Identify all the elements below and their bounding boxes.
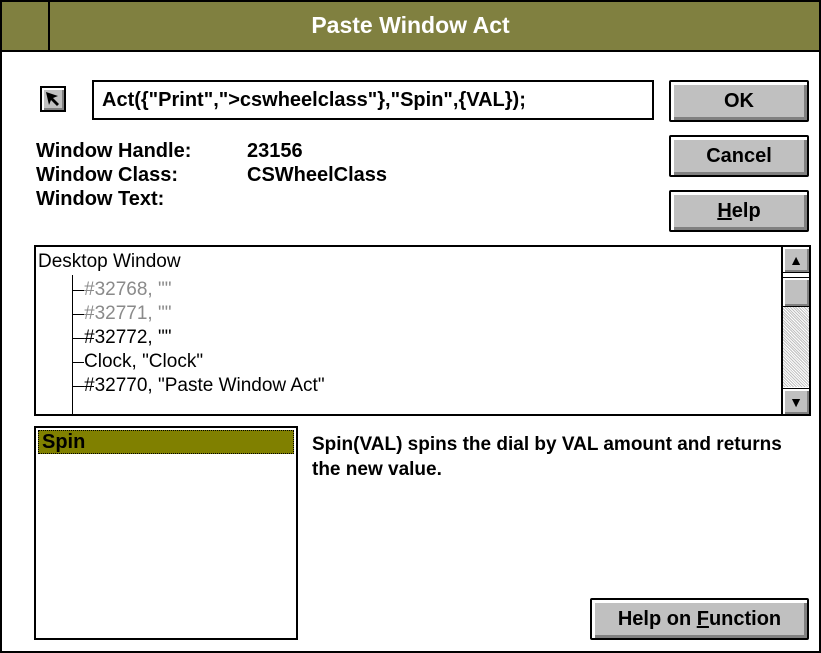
arrow-pointer-icon [46, 92, 59, 106]
tree-branch [72, 290, 84, 291]
tree-scrollbar[interactable]: ▲ ▼ [781, 247, 809, 414]
window-text-label: Window Text: [36, 188, 165, 210]
help-on-function-button[interactable]: Help on Function [590, 598, 809, 640]
scroll-track[interactable] [783, 307, 809, 387]
help-button[interactable]: Help [669, 190, 809, 232]
tree-item[interactable]: #32768, "" [84, 278, 171, 302]
function-list-item[interactable]: Spin [38, 430, 294, 454]
function-list[interactable]: Spin [34, 426, 298, 640]
scroll-down-arrow-icon[interactable]: ▼ [783, 388, 809, 414]
scroll-thumb[interactable] [783, 277, 809, 307]
tree-connector-line [72, 275, 73, 414]
window-handle-value: 23156 [247, 140, 303, 162]
tree-item[interactable]: #32770, "Paste Window Act" [84, 374, 325, 398]
paste-window-act-dialog: Paste Window Act Act({"Print",">cswheelc… [0, 0, 821, 653]
window-handle-label: Window Handle: [36, 140, 192, 162]
help-on-function-rest: unction [708, 608, 782, 630]
tree-branch [72, 362, 84, 363]
window-picker-button[interactable] [40, 86, 66, 112]
window-class-label: Window Class: [36, 164, 179, 186]
tree-item[interactable]: Clock, "Clock" [84, 350, 203, 374]
window-class-value: CSWheelClass [247, 164, 388, 186]
cancel-button[interactable]: Cancel [669, 135, 809, 177]
window-title: Paste Window Act [311, 12, 510, 38]
help-on-function-prefix: Help on [617, 608, 697, 630]
help-mnemonic: H [717, 200, 732, 222]
function-description: Spin(VAL) spins the dial by VAL amount a… [312, 434, 782, 480]
tree-item[interactable]: #32771, "" [84, 302, 171, 326]
window-tree-list[interactable]: Desktop Window #32768, "" #32771, "" #32… [34, 245, 811, 416]
title-bar[interactable]: Paste Window Act [2, 2, 819, 52]
scroll-up-arrow-icon[interactable]: ▲ [783, 247, 809, 273]
tree-branch [72, 386, 84, 387]
tree-branch [72, 338, 84, 339]
tree-item[interactable]: #32772, "" [84, 326, 171, 350]
help-on-function-mnemonic: F [696, 608, 709, 630]
act-statement-field[interactable]: Act({"Print",">cswheelclass"},"Spin",{VA… [92, 80, 654, 120]
tree-branch [72, 314, 84, 315]
help-label-rest: elp [731, 200, 761, 222]
tree-root-item[interactable]: Desktop Window [38, 250, 181, 274]
ok-button[interactable]: OK [669, 80, 809, 122]
